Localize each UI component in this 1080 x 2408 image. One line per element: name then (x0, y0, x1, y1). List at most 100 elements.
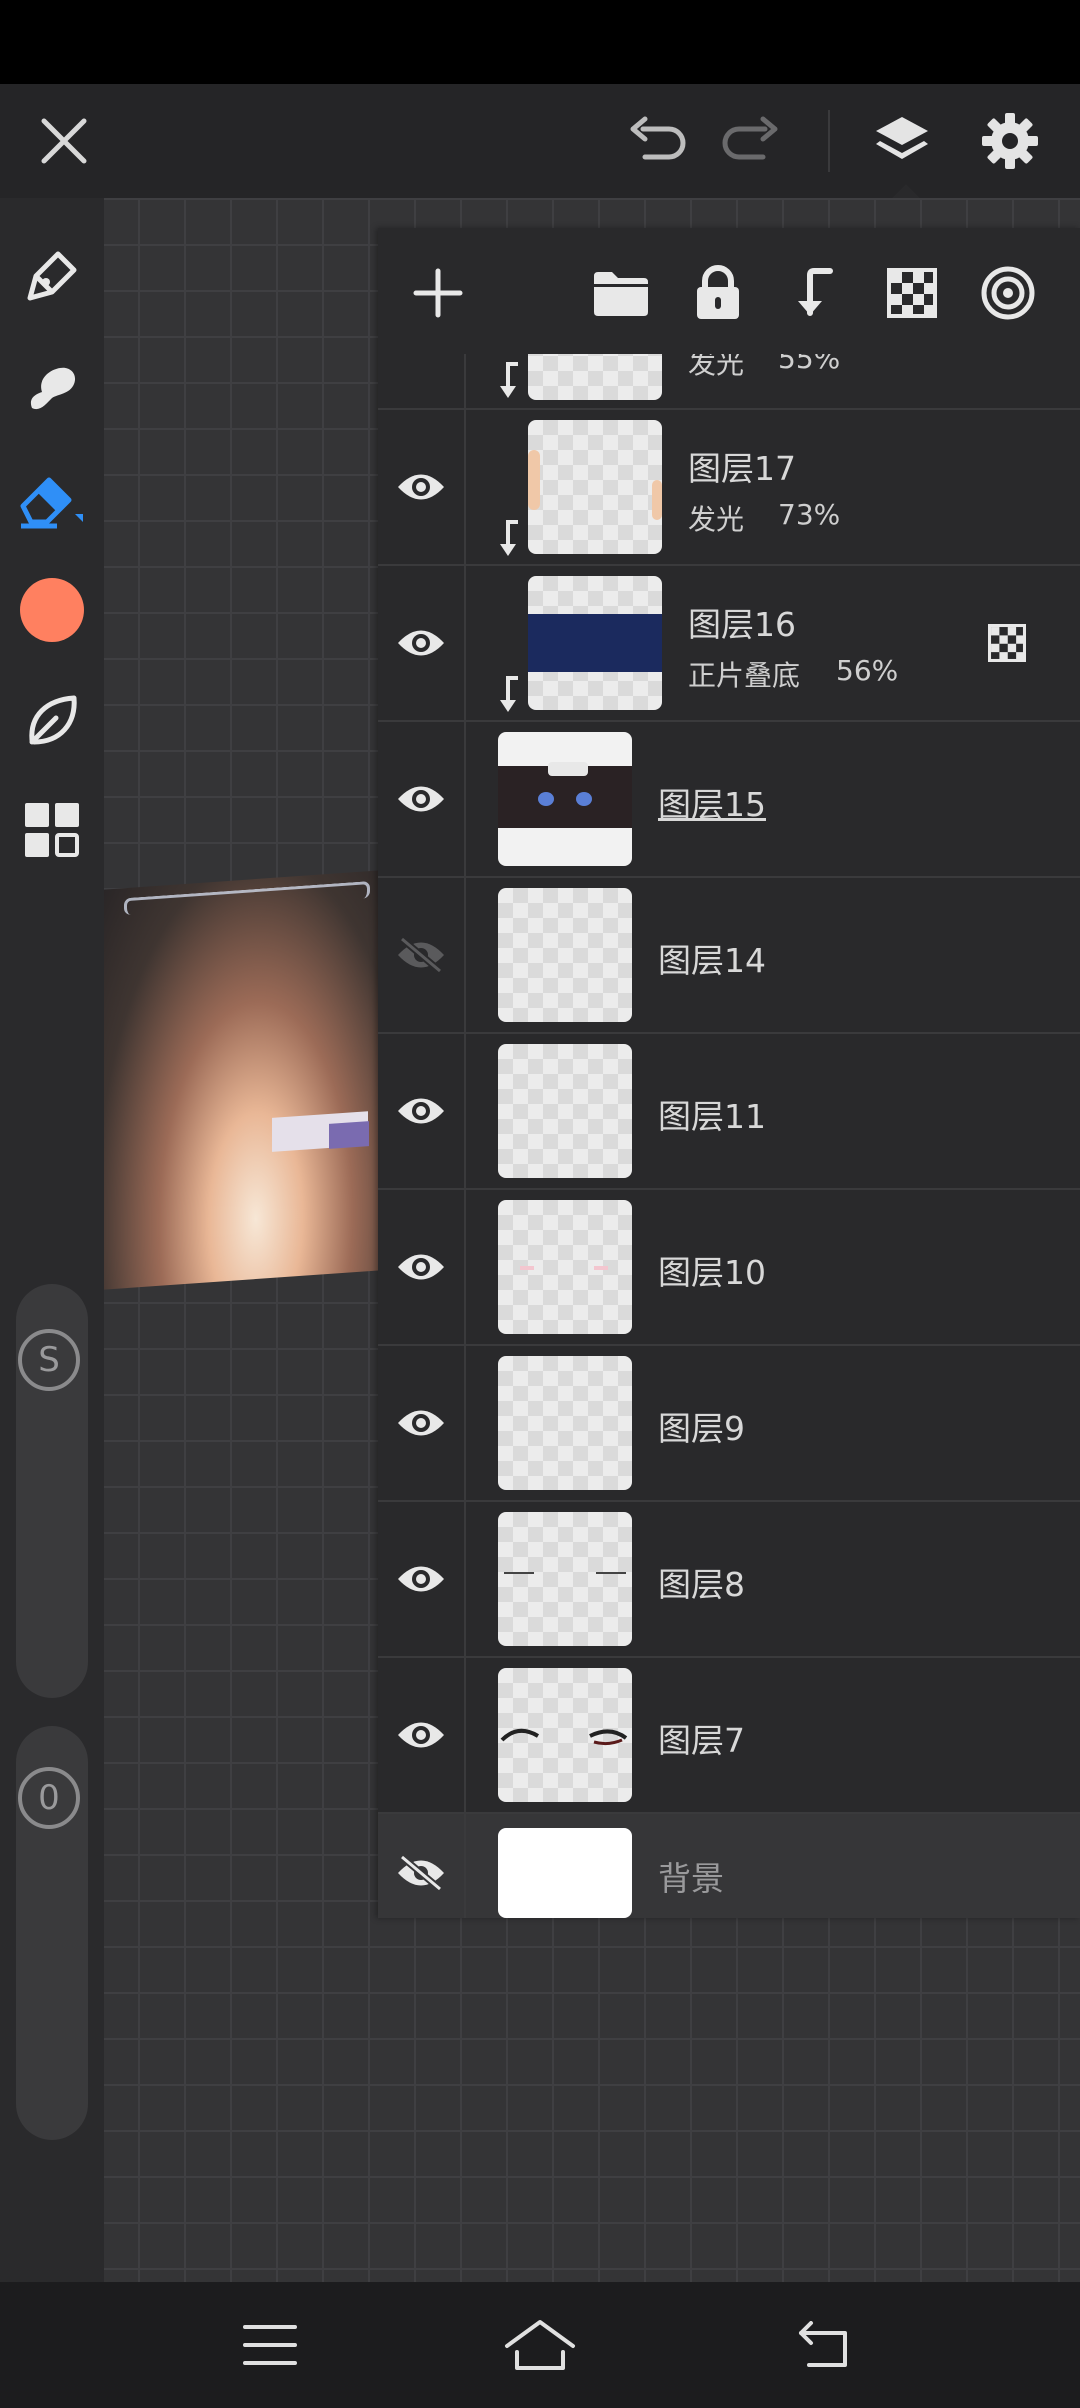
eye-icon (398, 1410, 444, 1436)
layers-button[interactable] (852, 84, 952, 198)
eraser-tool-button[interactable] (0, 450, 104, 550)
redo-button[interactable] (702, 84, 802, 198)
layer-blend-mode: 发光 (688, 354, 745, 380)
reference-button[interactable] (958, 243, 1058, 343)
layer-visibility-toggle[interactable] (378, 410, 466, 564)
close-button[interactable] (14, 84, 114, 198)
layer-thumbnail (528, 576, 662, 710)
layer-row[interactable]: 图层9 (378, 1346, 1080, 1502)
layer-thumbnail (528, 354, 662, 400)
layer-row-background[interactable]: 背景 (378, 1814, 1080, 1918)
eraser-tool-icon (20, 477, 83, 529)
layer-thumbnail (498, 1668, 632, 1802)
layer-thumbnail (498, 1200, 632, 1334)
layer-row[interactable]: 图层8 (378, 1502, 1080, 1658)
layer-row[interactable]: 图层14 (378, 878, 1080, 1034)
layer-name: 图层9 (658, 1409, 745, 1448)
status-bar (0, 0, 1080, 84)
layer-row[interactable]: 图层7 (378, 1658, 1080, 1814)
layer-visibility-toggle[interactable] (378, 878, 466, 1032)
layer-thumbnail (498, 1044, 632, 1178)
layer-name: 图层17 (688, 449, 796, 488)
lock-button[interactable] (668, 243, 768, 343)
layer-visibility-toggle[interactable] (378, 1658, 466, 1812)
clip-arrow-icon (500, 520, 518, 556)
layer-visibility-toggle[interactable] (378, 566, 466, 720)
back-button[interactable] (762, 2282, 882, 2408)
canvas-artwork (104, 870, 380, 1290)
layer-thumbnail (498, 1512, 632, 1646)
eye-hidden-icon (398, 936, 444, 974)
target-icon (981, 266, 1035, 320)
layer-visibility-toggle[interactable] (378, 1034, 466, 1188)
panel-pointer (892, 184, 920, 198)
layer-thumbnail (498, 732, 632, 866)
toolbar-divider (828, 110, 830, 172)
clip-arrow-icon (500, 676, 518, 712)
layer-visibility-toggle[interactable] (378, 1346, 466, 1500)
redo-icon (722, 116, 778, 160)
layer-name: 图层16 (688, 605, 796, 644)
eye-icon (398, 1254, 444, 1280)
layer-thumbnail (498, 1356, 632, 1490)
menu-icon (243, 2325, 297, 2365)
layer-visibility-toggle[interactable] (378, 722, 466, 876)
add-layer-button[interactable] (388, 243, 488, 343)
undo-button[interactable] (606, 84, 706, 198)
pen-tool-icon (27, 251, 77, 301)
layer-thumbnail (528, 420, 662, 554)
layer-row[interactable]: 图层16 正片叠底 56% (378, 566, 1080, 722)
eye-hidden-icon (398, 1854, 444, 1892)
layer-row[interactable]: 图层11 (378, 1034, 1080, 1190)
leaf-tool-button[interactable] (0, 670, 104, 770)
layer-visibility-toggle[interactable] (378, 1814, 466, 1918)
clip-icon (798, 268, 833, 316)
layer-opacity: 73% (778, 498, 841, 531)
transparency-lock-button[interactable] (862, 243, 962, 343)
color-swatch[interactable] (0, 560, 104, 660)
layer-visibility-toggle[interactable] (378, 1190, 466, 1344)
smudge-tool-button[interactable] (0, 338, 104, 438)
eye-icon (398, 786, 444, 812)
layer-thumbnail (498, 888, 632, 1022)
close-icon (41, 118, 87, 164)
eye-icon (398, 1098, 444, 1124)
layer-list: 发光 55% 图层17 发光 73% 图层16 正片叠底 56% 图层15 图层… (378, 354, 1080, 1918)
layer-visibility-toggle[interactable] (378, 1502, 466, 1656)
eye-icon (398, 1722, 444, 1748)
layer-blend-mode: 正片叠底 (688, 659, 801, 692)
top-toolbar (0, 84, 1080, 198)
add-layer-icon (413, 268, 463, 318)
layer-name: 图层14 (658, 941, 766, 980)
group-folder-button[interactable] (571, 243, 671, 343)
layer-panel: 发光 55% 图层17 发光 73% 图层16 正片叠底 56% 图层15 图层… (378, 228, 1080, 1918)
layer-name: 图层11 (658, 1097, 766, 1136)
layer-name: 图层7 (658, 1721, 745, 1760)
menu-button[interactable] (210, 2282, 330, 2408)
settings-button[interactable] (960, 84, 1060, 198)
smudge-tool-icon (30, 367, 76, 410)
layer-name: 图层10 (658, 1253, 766, 1292)
opacity-slider-label: 0 (38, 1778, 60, 1818)
layer-row[interactable]: 图层10 (378, 1190, 1080, 1346)
layer-opacity: 55% (778, 354, 841, 375)
layer-row[interactable]: 图层17 发光 73% (378, 410, 1080, 566)
layer-panel-toolbar (378, 228, 1080, 358)
layer-row[interactable]: 图层15 (378, 722, 1080, 878)
current-color-dot (20, 578, 84, 642)
pen-tool-button[interactable] (0, 226, 104, 326)
home-button[interactable] (480, 2282, 600, 2408)
eye-icon (398, 1566, 444, 1592)
layer-name: 图层15 (658, 785, 766, 824)
transparency-icon (887, 268, 937, 318)
layer-row[interactable]: 发光 55% (378, 354, 1080, 410)
size-slider-knob[interactable]: S (18, 1329, 80, 1391)
materials-button[interactable] (0, 780, 104, 880)
settings-icon (982, 113, 1038, 169)
layer-name: 背景 (658, 1859, 724, 1898)
layer-blend-mode: 发光 (688, 503, 745, 536)
opacity-slider-knob[interactable]: 0 (18, 1767, 80, 1829)
folder-icon (594, 272, 648, 316)
clipping-button[interactable] (765, 243, 865, 343)
undo-icon (630, 116, 686, 160)
